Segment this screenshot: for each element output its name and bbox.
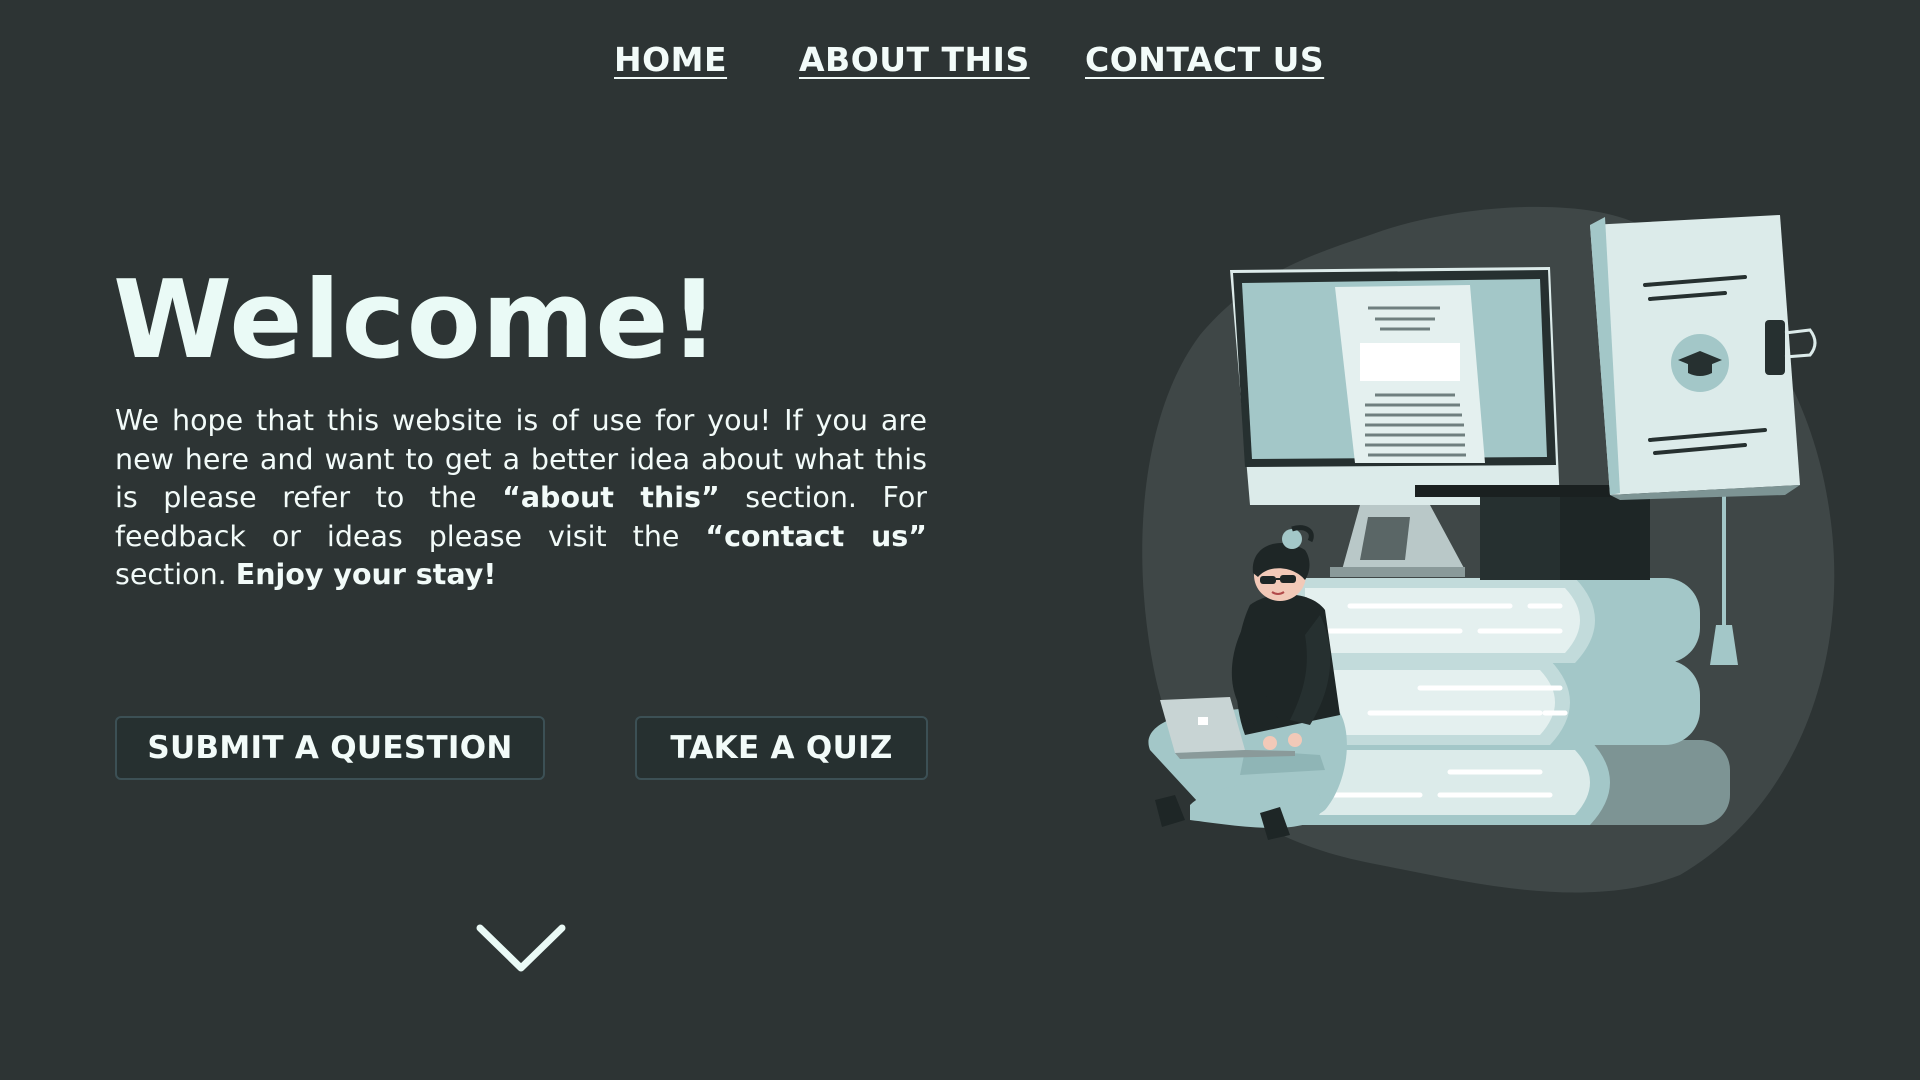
book-stack xyxy=(1270,578,1730,825)
scroll-down-button[interactable] xyxy=(474,920,568,978)
contact-reference: “contact us” xyxy=(705,519,927,553)
top-nav: HOME ABOUT THIS CONTACT US xyxy=(0,40,1920,90)
intro-paragraph: We hope that this website is of use for … xyxy=(115,402,927,595)
submit-question-button[interactable]: SUBMIT A QUESTION xyxy=(115,716,545,780)
closing-text: Enjoy your stay! xyxy=(235,558,497,591)
about-reference: “about this” xyxy=(502,481,720,514)
intro-text-3: section. xyxy=(115,558,236,591)
take-quiz-button[interactable]: TAKE A QUIZ xyxy=(635,716,928,780)
hero-illustration xyxy=(1142,206,1835,893)
chevron-down-icon xyxy=(476,924,566,972)
nav-link-about[interactable]: ABOUT THIS xyxy=(799,40,1030,79)
diploma-book xyxy=(1590,215,1817,500)
landing-page: HOME ABOUT THIS CONTACT US Welcome! We h… xyxy=(0,0,1920,1080)
nav-link-home[interactable]: HOME xyxy=(614,40,727,79)
nav-link-contact[interactable]: CONTACT US xyxy=(1085,40,1324,79)
page-title: Welcome! xyxy=(113,258,720,383)
